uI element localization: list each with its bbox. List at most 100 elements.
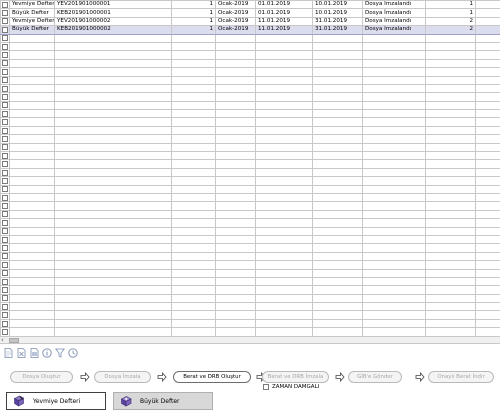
row-checkbox-cell[interactable] — [0, 109, 10, 119]
row-checkbox[interactable] — [2, 52, 8, 59]
table-row[interactable] — [0, 50, 500, 60]
filter-icon[interactable] — [55, 348, 65, 358]
table-row[interactable] — [0, 41, 500, 52]
table-row[interactable] — [0, 251, 500, 262]
step-dosya-olustur-button[interactable]: Dosya Oluştur — [10, 371, 73, 383]
row-checkbox[interactable] — [2, 253, 8, 260]
row-checkbox[interactable] — [2, 278, 8, 285]
table-row[interactable] — [0, 125, 500, 136]
row-checkbox-cell[interactable] — [0, 260, 10, 270]
row-checkbox-cell[interactable] — [0, 310, 10, 320]
row-checkbox[interactable] — [2, 177, 8, 184]
table-row[interactable] — [0, 302, 500, 312]
row-checkbox-cell[interactable] — [0, 327, 10, 336]
row-checkbox[interactable] — [2, 186, 8, 193]
row-checkbox[interactable] — [2, 161, 8, 168]
row-checkbox-cell[interactable] — [0, 33, 10, 43]
table-row[interactable] — [0, 293, 500, 304]
table-row[interactable] — [0, 234, 500, 245]
row-checkbox-cell[interactable] — [0, 50, 10, 60]
row-checkbox-cell[interactable] — [0, 251, 10, 262]
refresh-icon[interactable] — [68, 348, 78, 358]
table-row[interactable] — [0, 243, 500, 253]
row-checkbox[interactable] — [2, 236, 8, 243]
row-checkbox-cell[interactable] — [0, 67, 10, 77]
row-checkbox-cell[interactable] — [0, 209, 10, 220]
row-checkbox-cell[interactable] — [0, 167, 10, 178]
checkbox-box[interactable] — [263, 384, 269, 390]
row-checkbox[interactable] — [2, 10, 8, 17]
step-berat-drb-olustur-button[interactable]: Berat ve DRB Oluştur — [173, 371, 251, 383]
table-row[interactable]: Büyük Defter KEB201901000002 1 Ocak-2019 11.… — [0, 25, 500, 35]
row-checkbox-cell[interactable] — [0, 201, 10, 211]
table-row[interactable] — [0, 276, 500, 287]
step-gibe-gonder-button[interactable]: GİB'e Gönder — [348, 371, 402, 383]
row-checkbox[interactable] — [2, 211, 8, 218]
table-row[interactable] — [0, 75, 500, 85]
table-row[interactable] — [0, 134, 500, 144]
row-checkbox-cell[interactable] — [0, 0, 10, 10]
tab-buyuk-defter[interactable]: Büyük Defter — [113, 392, 213, 410]
step-berat-drb-imzala-button[interactable]: Berat ve DRB İmzala — [262, 371, 329, 383]
document-icon[interactable] — [29, 348, 39, 358]
table-row[interactable] — [0, 201, 500, 211]
table-row[interactable] — [0, 58, 500, 69]
table-row[interactable] — [0, 100, 500, 111]
scrollbar-thumb[interactable] — [9, 338, 19, 343]
row-checkbox[interactable] — [2, 203, 8, 210]
row-checkbox[interactable] — [2, 18, 8, 25]
row-checkbox-cell[interactable] — [0, 302, 10, 312]
row-checkbox[interactable] — [2, 261, 8, 268]
row-checkbox[interactable] — [2, 26, 8, 33]
row-checkbox-cell[interactable] — [0, 58, 10, 69]
row-checkbox[interactable] — [2, 110, 8, 117]
row-checkbox-cell[interactable] — [0, 8, 10, 18]
table-row[interactable] — [0, 176, 500, 186]
row-checkbox-cell[interactable] — [0, 318, 10, 329]
table-row[interactable] — [0, 67, 500, 77]
row-checkbox-cell[interactable] — [0, 125, 10, 136]
row-checkbox-cell[interactable] — [0, 92, 10, 102]
table-row[interactable]: Yevmiye Defteri YEV201901000001 1 Ocak-2019… — [0, 0, 500, 10]
row-checkbox[interactable] — [2, 102, 8, 109]
row-checkbox[interactable] — [2, 1, 8, 8]
table-row[interactable] — [0, 142, 500, 153]
row-checkbox[interactable] — [2, 270, 8, 277]
table-row[interactable] — [0, 151, 500, 161]
row-checkbox[interactable] — [2, 77, 8, 84]
table-row[interactable] — [0, 209, 500, 220]
row-checkbox-cell[interactable] — [0, 134, 10, 144]
table-row[interactable] — [0, 33, 500, 43]
table-row[interactable] — [0, 260, 500, 270]
row-checkbox[interactable] — [2, 93, 8, 100]
table-row[interactable] — [0, 159, 500, 169]
row-checkbox-cell[interactable] — [0, 293, 10, 304]
row-checkbox[interactable] — [2, 328, 8, 335]
row-checkbox-cell[interactable] — [0, 234, 10, 245]
row-checkbox[interactable] — [2, 320, 8, 327]
table-row[interactable] — [0, 268, 500, 278]
row-checkbox[interactable] — [2, 245, 8, 252]
scroll-left-icon[interactable]: ‹ — [1, 336, 4, 344]
table-row[interactable] — [0, 117, 500, 127]
row-checkbox[interactable] — [2, 194, 8, 201]
row-checkbox-cell[interactable] — [0, 218, 10, 228]
table-row[interactable] — [0, 83, 500, 94]
row-checkbox[interactable] — [2, 135, 8, 142]
row-checkbox[interactable] — [2, 286, 8, 293]
table-row[interactable]: Büyük Defter KEB201901000001 1 Ocak-2019 01.… — [0, 8, 500, 18]
row-checkbox[interactable] — [2, 43, 8, 50]
row-checkbox-cell[interactable] — [0, 142, 10, 153]
table-row[interactable] — [0, 226, 500, 236]
row-checkbox[interactable] — [2, 169, 8, 176]
zaman-damgali-checkbox[interactable]: ZAMAN DAMGALI — [263, 384, 319, 390]
table-row[interactable] — [0, 109, 500, 119]
delete-icon[interactable] — [16, 348, 26, 358]
info-icon[interactable] — [42, 348, 52, 358]
table-row[interactable] — [0, 167, 500, 178]
table-row[interactable] — [0, 184, 500, 195]
row-checkbox-cell[interactable] — [0, 75, 10, 85]
table-row[interactable] — [0, 318, 500, 329]
row-checkbox[interactable] — [2, 119, 8, 126]
row-checkbox-cell[interactable] — [0, 117, 10, 127]
